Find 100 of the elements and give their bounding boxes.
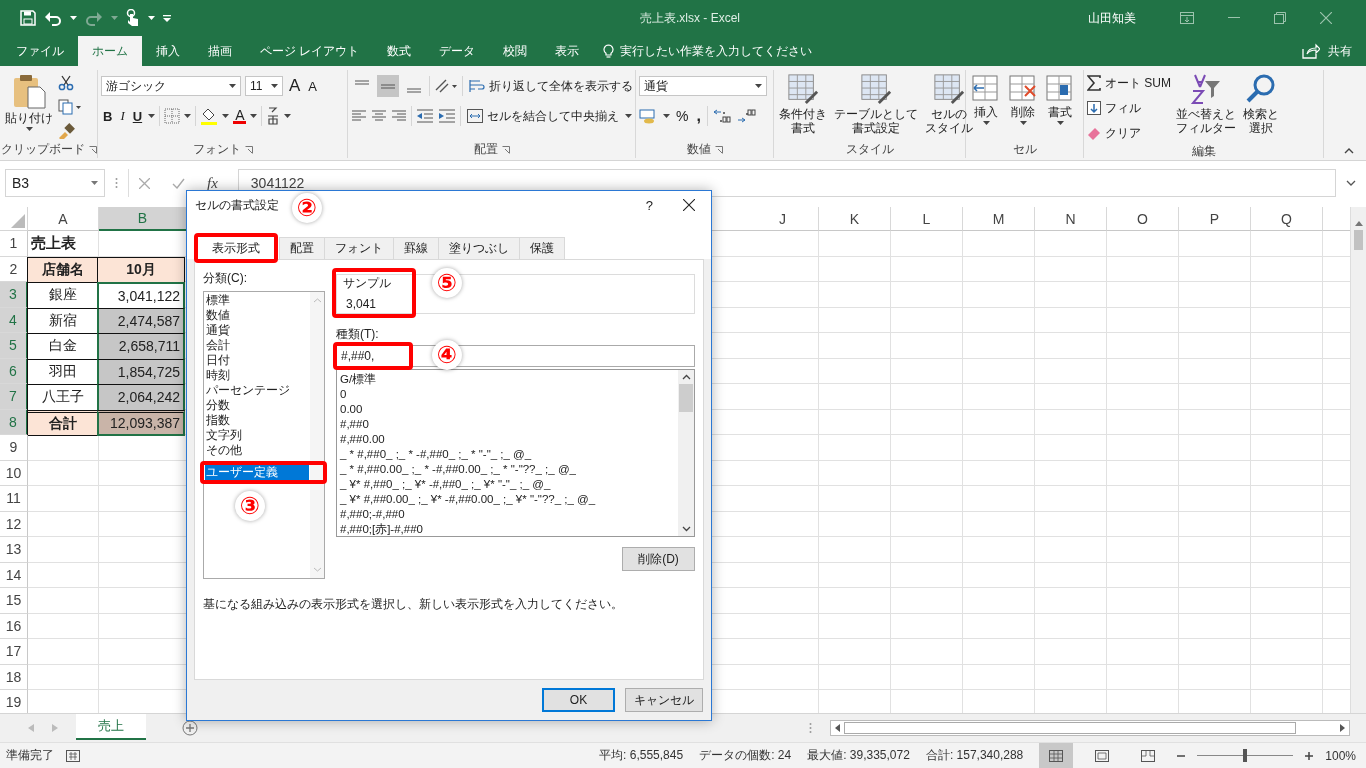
redo-icon[interactable] [85,10,103,26]
dialog-tab[interactable]: 保護 [519,237,565,259]
delete-button[interactable]: 削除(D) [622,547,695,571]
grow-font-button[interactable]: A [287,76,303,96]
dialog-tab[interactable]: フォント [324,237,394,259]
row-header[interactable]: 15 [0,588,28,614]
dialog-launcher-icon[interactable] [714,145,723,154]
scroll-up-icon[interactable] [681,374,691,380]
caret-icon[interactable] [284,114,292,118]
ribbon-tab[interactable]: 校閲 [489,36,542,66]
category-item[interactable]: 会計 [205,338,309,353]
scrollbar[interactable] [678,370,694,536]
style-button[interactable]: テーブルとして 書式設定 [832,73,920,135]
format-item[interactable]: _ * #,##0.00_ ;_ * -#,##0.00_ ;_ * "-"??_ ;_ @_ [340,462,675,477]
format-item[interactable]: #,##0;[赤]-#,##0 [340,522,675,537]
column-header[interactable]: B [99,207,187,231]
scroll-right-icon[interactable] [1340,724,1345,732]
merge-center-button[interactable]: セルを結合して中央揃え [465,106,621,126]
expand-icon[interactable] [1346,180,1356,186]
cancel-button[interactable]: キャンセル [625,688,703,712]
zoom-level[interactable]: 100% [1325,748,1356,763]
caret-icon[interactable] [148,16,155,20]
format-painter-icon[interactable] [58,123,76,139]
row-header[interactable]: 11 [0,486,28,512]
caret-icon[interactable] [625,114,632,118]
format-item[interactable]: #,##0.00 [340,432,675,447]
ribbon-tab[interactable]: 数式 [373,36,426,66]
drag-handle-icon[interactable] [115,177,118,189]
dialog-launcher-icon[interactable] [88,145,97,154]
horizontal-align-icon[interactable] [371,109,387,123]
scrollbar-thumb[interactable] [679,384,693,412]
row-header[interactable]: 8 [0,409,28,435]
share-button[interactable]: 共有 [1288,36,1366,66]
editing-button[interactable]: オート SUM [1087,73,1171,93]
customize-icon[interactable] [163,14,171,22]
scroll-left-icon[interactable] [835,724,840,732]
sheet-tab[interactable]: 売上 [76,714,146,740]
scroll-down-icon[interactable] [681,526,691,532]
category-item[interactable]: 時刻 [205,368,309,383]
fill-color-icon[interactable] [200,107,219,125]
scissors-icon[interactable] [58,75,74,91]
phonetic-icon[interactable] [266,107,281,125]
caret-icon[interactable] [148,114,156,118]
category-item[interactable]: 分数 [205,398,309,413]
style-button[interactable]: 条件付き 書式 [777,73,829,135]
dialog-tab[interactable]: 罫線 [393,237,439,259]
row-header[interactable]: 3 [0,282,28,308]
restore-icon[interactable] [1274,12,1286,24]
category-item[interactable]: 通貨 [205,323,309,338]
category-item[interactable]: 指数 [205,413,309,428]
increase-indent-icon[interactable] [438,109,456,123]
ribbon-tab[interactable]: ファイル [2,36,78,66]
row-header[interactable]: 17 [0,639,28,665]
ribbon-tab[interactable]: ホーム [78,36,142,66]
editing-button[interactable]: クリア [1087,123,1171,143]
macro-record-icon[interactable] [66,749,80,762]
row-header[interactable]: 10 [0,460,28,486]
row-header[interactable]: 16 [0,613,28,639]
vertical-scrollbar[interactable] [1350,207,1366,713]
orientation-icon[interactable] [434,78,458,94]
view-button[interactable] [1039,743,1074,768]
caret-icon[interactable] [70,16,77,20]
shrink-font-button[interactable]: A [306,76,319,96]
font-name-field[interactable]: 游ゴシック [101,76,241,96]
underline-button[interactable]: U [130,106,145,126]
format-code-field[interactable]: #,##0, [333,342,413,370]
increase-decimal-icon[interactable] [711,108,732,124]
cells-button[interactable]: 書式 [1043,73,1077,125]
row-header[interactable]: 9 [0,435,28,461]
row-header[interactable]: 13 [0,537,28,563]
caret-icon[interactable] [663,114,670,118]
minimize-icon[interactable] [1228,17,1240,19]
ribbon-tab[interactable]: 描画 [194,36,246,66]
enter-icon[interactable] [172,177,185,189]
category-item[interactable]: 数値 [205,308,309,323]
format-item[interactable]: 0.00 [340,402,675,417]
undo-icon[interactable] [44,10,62,26]
row-header[interactable]: 4 [0,307,28,333]
dialog-tab[interactable]: 配置 [279,237,325,259]
copy-icon[interactable] [58,99,82,115]
row-header[interactable]: 1 [0,231,28,257]
scrollbar-thumb[interactable] [844,722,1296,734]
add-sheet-icon[interactable] [182,720,198,736]
format-item[interactable]: G/標準 [340,372,675,387]
cancel-icon[interactable] [139,177,150,189]
save-icon[interactable] [20,10,36,26]
format-item[interactable]: _ ¥* #,##0_ ;_ ¥* -#,##0_ ;_ ¥* "-"_ ;_ @_ [340,477,675,492]
category-item[interactable]: ユーザー定義 [205,465,309,480]
row-header[interactable]: 18 [0,664,28,690]
category-item[interactable]: 文字列 [205,428,309,443]
horizontal-align-icon[interactable] [351,109,367,123]
row-header[interactable]: 12 [0,511,28,537]
ribbon-tab[interactable]: 表示 [541,36,594,66]
ribbon-tab[interactable]: 挿入 [142,36,194,66]
dialog-launcher-icon[interactable] [244,145,253,154]
format-item[interactable]: _ ¥* #,##0.00_ ;_ ¥* -#,##0.00_ ;_ ¥* "-"??_ ;_ @_ [340,492,675,507]
caret-icon[interactable] [184,114,192,118]
ok-button[interactable]: OK [542,688,615,712]
dialog-tab[interactable]: 塗りつぶし [438,237,520,259]
help-button[interactable]: ? [645,197,653,213]
